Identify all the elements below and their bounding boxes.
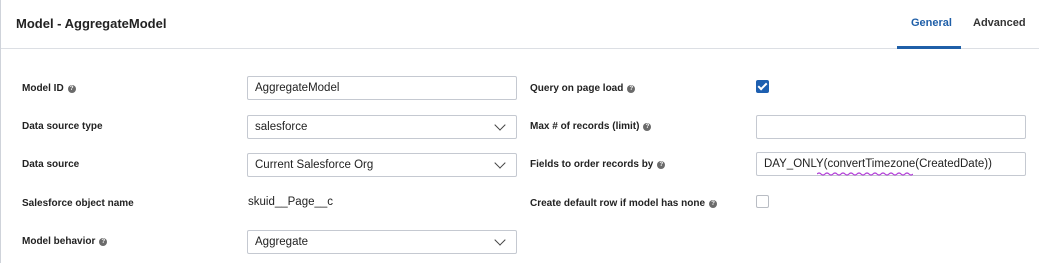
model-id-label-text: Model ID [22,83,64,94]
object-name-label-text: Salesforce object name [22,198,134,209]
data-source-type-select[interactable]: salesforce [247,115,517,139]
model-id-value: AggregateModel [255,82,340,94]
data-source-label-text: Data source [22,159,80,170]
model-behavior-label: Model behavior ? [22,236,108,247]
model-id-label: Model ID ? [22,83,76,94]
chevron-down-icon [494,157,506,169]
default-row-label: Create default row if model has none ? [530,198,718,209]
data-source-type-label-text: Data source type [22,121,103,132]
data-source-type-label: Data source type [22,121,103,132]
query-on-load-checkbox[interactable] [756,80,769,93]
model-behavior-value: Aggregate [255,236,309,248]
help-icon[interactable]: ? [643,122,652,131]
object-name-value: skuid__Page__c [248,196,334,208]
model-behavior-select[interactable]: Aggregate [247,230,517,254]
help-icon[interactable]: ? [657,160,666,169]
tab-advanced[interactable]: Advanced [973,17,1026,29]
help-icon[interactable]: ? [627,84,636,93]
data-source-label: Data source [22,159,79,170]
query-on-load-label-text: Query on page load [530,83,624,94]
chevron-down-icon [494,119,506,131]
data-source-value: Current Salesforce Org [255,159,374,171]
max-records-input[interactable] [756,115,1026,139]
order-by-label: Fields to order records by ? [530,159,666,170]
model-id-input[interactable]: AggregateModel [247,76,517,100]
page-title: Model - AggregateModel [16,16,167,31]
model-properties-panel: Model - AggregateModel General Advanced … [0,0,1039,263]
max-records-label-text: Max # of records (limit) [530,121,640,132]
chevron-down-icon [494,234,506,246]
order-by-value: DAY_ONLY(convertTimezone(CreatedDate)) [764,158,992,170]
help-icon[interactable]: ? [99,237,108,246]
data-source-select[interactable]: Current Salesforce Org [247,153,517,177]
spellcheck-underline [817,172,913,176]
data-source-type-value: salesforce [255,121,308,133]
default-row-checkbox[interactable] [756,195,769,208]
query-on-load-label: Query on page load ? [530,83,636,94]
tab-general[interactable]: General [911,17,952,29]
model-behavior-label-text: Model behavior [22,236,96,247]
active-tab-indicator [897,46,961,49]
panel-header: Model - AggregateModel General Advanced [1,0,1039,49]
max-records-label: Max # of records (limit) ? [530,121,652,132]
help-icon[interactable]: ? [67,84,76,93]
default-row-label-text: Create default row if model has none [530,198,706,209]
help-icon[interactable]: ? [709,199,718,208]
order-by-label-text: Fields to order records by [530,159,654,170]
object-name-label: Salesforce object name [22,198,134,209]
